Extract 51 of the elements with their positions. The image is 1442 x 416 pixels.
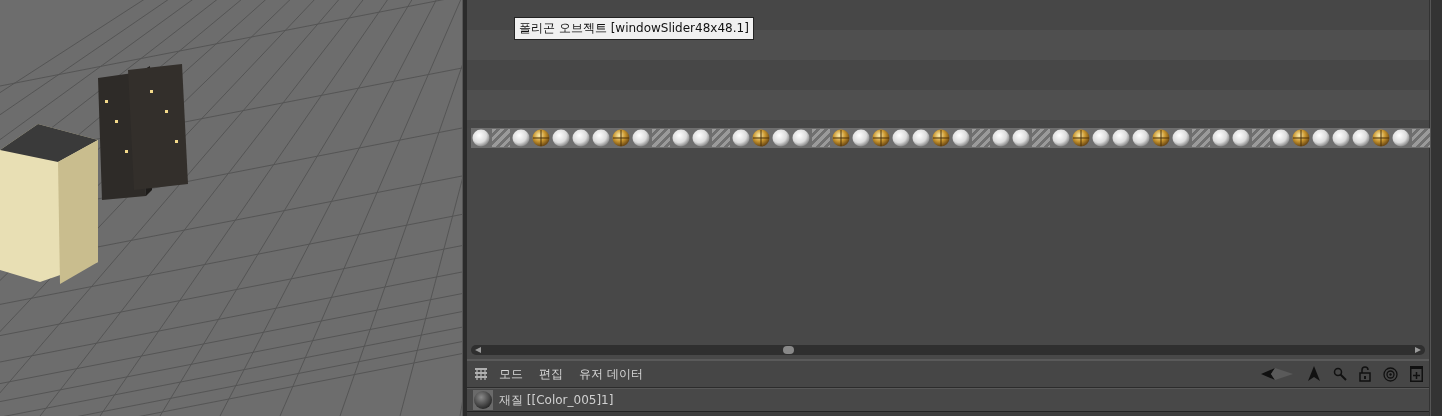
material-sphere-icon[interactable]: [952, 129, 970, 147]
textured-material-sphere-icon[interactable]: [752, 129, 770, 147]
material-sphere-icon: [473, 390, 493, 410]
textured-material-sphere-icon[interactable]: [832, 129, 850, 147]
back-arrow-icon[interactable]: [1261, 367, 1295, 381]
material-sphere-icon[interactable]: [1052, 129, 1070, 147]
menu-item[interactable]: 유저 데이터: [579, 365, 643, 383]
material-sphere-icon[interactable]: [992, 129, 1010, 147]
material-sphere-icon[interactable]: [1212, 129, 1230, 147]
dotted-grid-icon[interactable]: [475, 368, 487, 380]
scroll-left-icon[interactable]: [474, 346, 482, 354]
material-sphere-icon[interactable]: [1012, 129, 1030, 147]
material-sphere-icon[interactable]: [1112, 129, 1130, 147]
material-sphere-icon[interactable]: [552, 129, 570, 147]
textured-material-sphere-icon[interactable]: [612, 129, 630, 147]
scrollbar-thumb[interactable]: [783, 346, 794, 354]
textured-material-sphere-icon[interactable]: [532, 129, 550, 147]
material-sphere-icon[interactable]: [512, 129, 530, 147]
material-sphere-icon[interactable]: [1132, 129, 1150, 147]
textured-material-sphere-icon[interactable]: [1072, 129, 1090, 147]
material-sphere-icon[interactable]: [1392, 129, 1410, 147]
material-sphere-icon[interactable]: [1312, 129, 1330, 147]
material-sphere-icon[interactable]: [892, 129, 910, 147]
material-sphere-icon[interactable]: [632, 129, 650, 147]
material-sphere-icon[interactable]: [572, 129, 590, 147]
textured-material-sphere-icon[interactable]: [1152, 129, 1170, 147]
material-sphere-icon[interactable]: [472, 129, 490, 147]
material-sphere-icon[interactable]: [912, 129, 930, 147]
material-sphere-icon[interactable]: [692, 129, 710, 147]
tooltip: 폴리곤 오브젝트 [windowSlider48x48.1]: [514, 17, 754, 40]
scroll-right-icon[interactable]: [1414, 346, 1422, 354]
menu-item[interactable]: 편집: [539, 365, 563, 383]
material-sphere-icon[interactable]: [792, 129, 810, 147]
textured-material-sphere-icon[interactable]: [932, 129, 950, 147]
textured-material-sphere-icon[interactable]: [872, 129, 890, 147]
material-sphere-icon[interactable]: [1352, 129, 1370, 147]
material-sphere-icon[interactable]: [732, 129, 750, 147]
menu-item[interactable]: 모드: [499, 365, 523, 383]
horizontal-scrollbar[interactable]: [471, 345, 1425, 355]
textured-material-sphere-icon[interactable]: [1372, 129, 1390, 147]
material-sphere-icon[interactable]: [772, 129, 790, 147]
material-sphere-icon[interactable]: [1332, 129, 1350, 147]
material-sphere-icon[interactable]: [1272, 129, 1290, 147]
material-sphere-icon[interactable]: [1092, 129, 1110, 147]
material-sphere-icon[interactable]: [592, 129, 610, 147]
material-sphere-icon[interactable]: [1172, 129, 1190, 147]
material-sphere-icon[interactable]: [672, 129, 690, 147]
textured-material-sphere-icon[interactable]: [1292, 129, 1310, 147]
material-sphere-icon[interactable]: [852, 129, 870, 147]
material-sphere-icon[interactable]: [1232, 129, 1250, 147]
attribute-title: 재질 [[Color_005]1]: [499, 391, 614, 409]
